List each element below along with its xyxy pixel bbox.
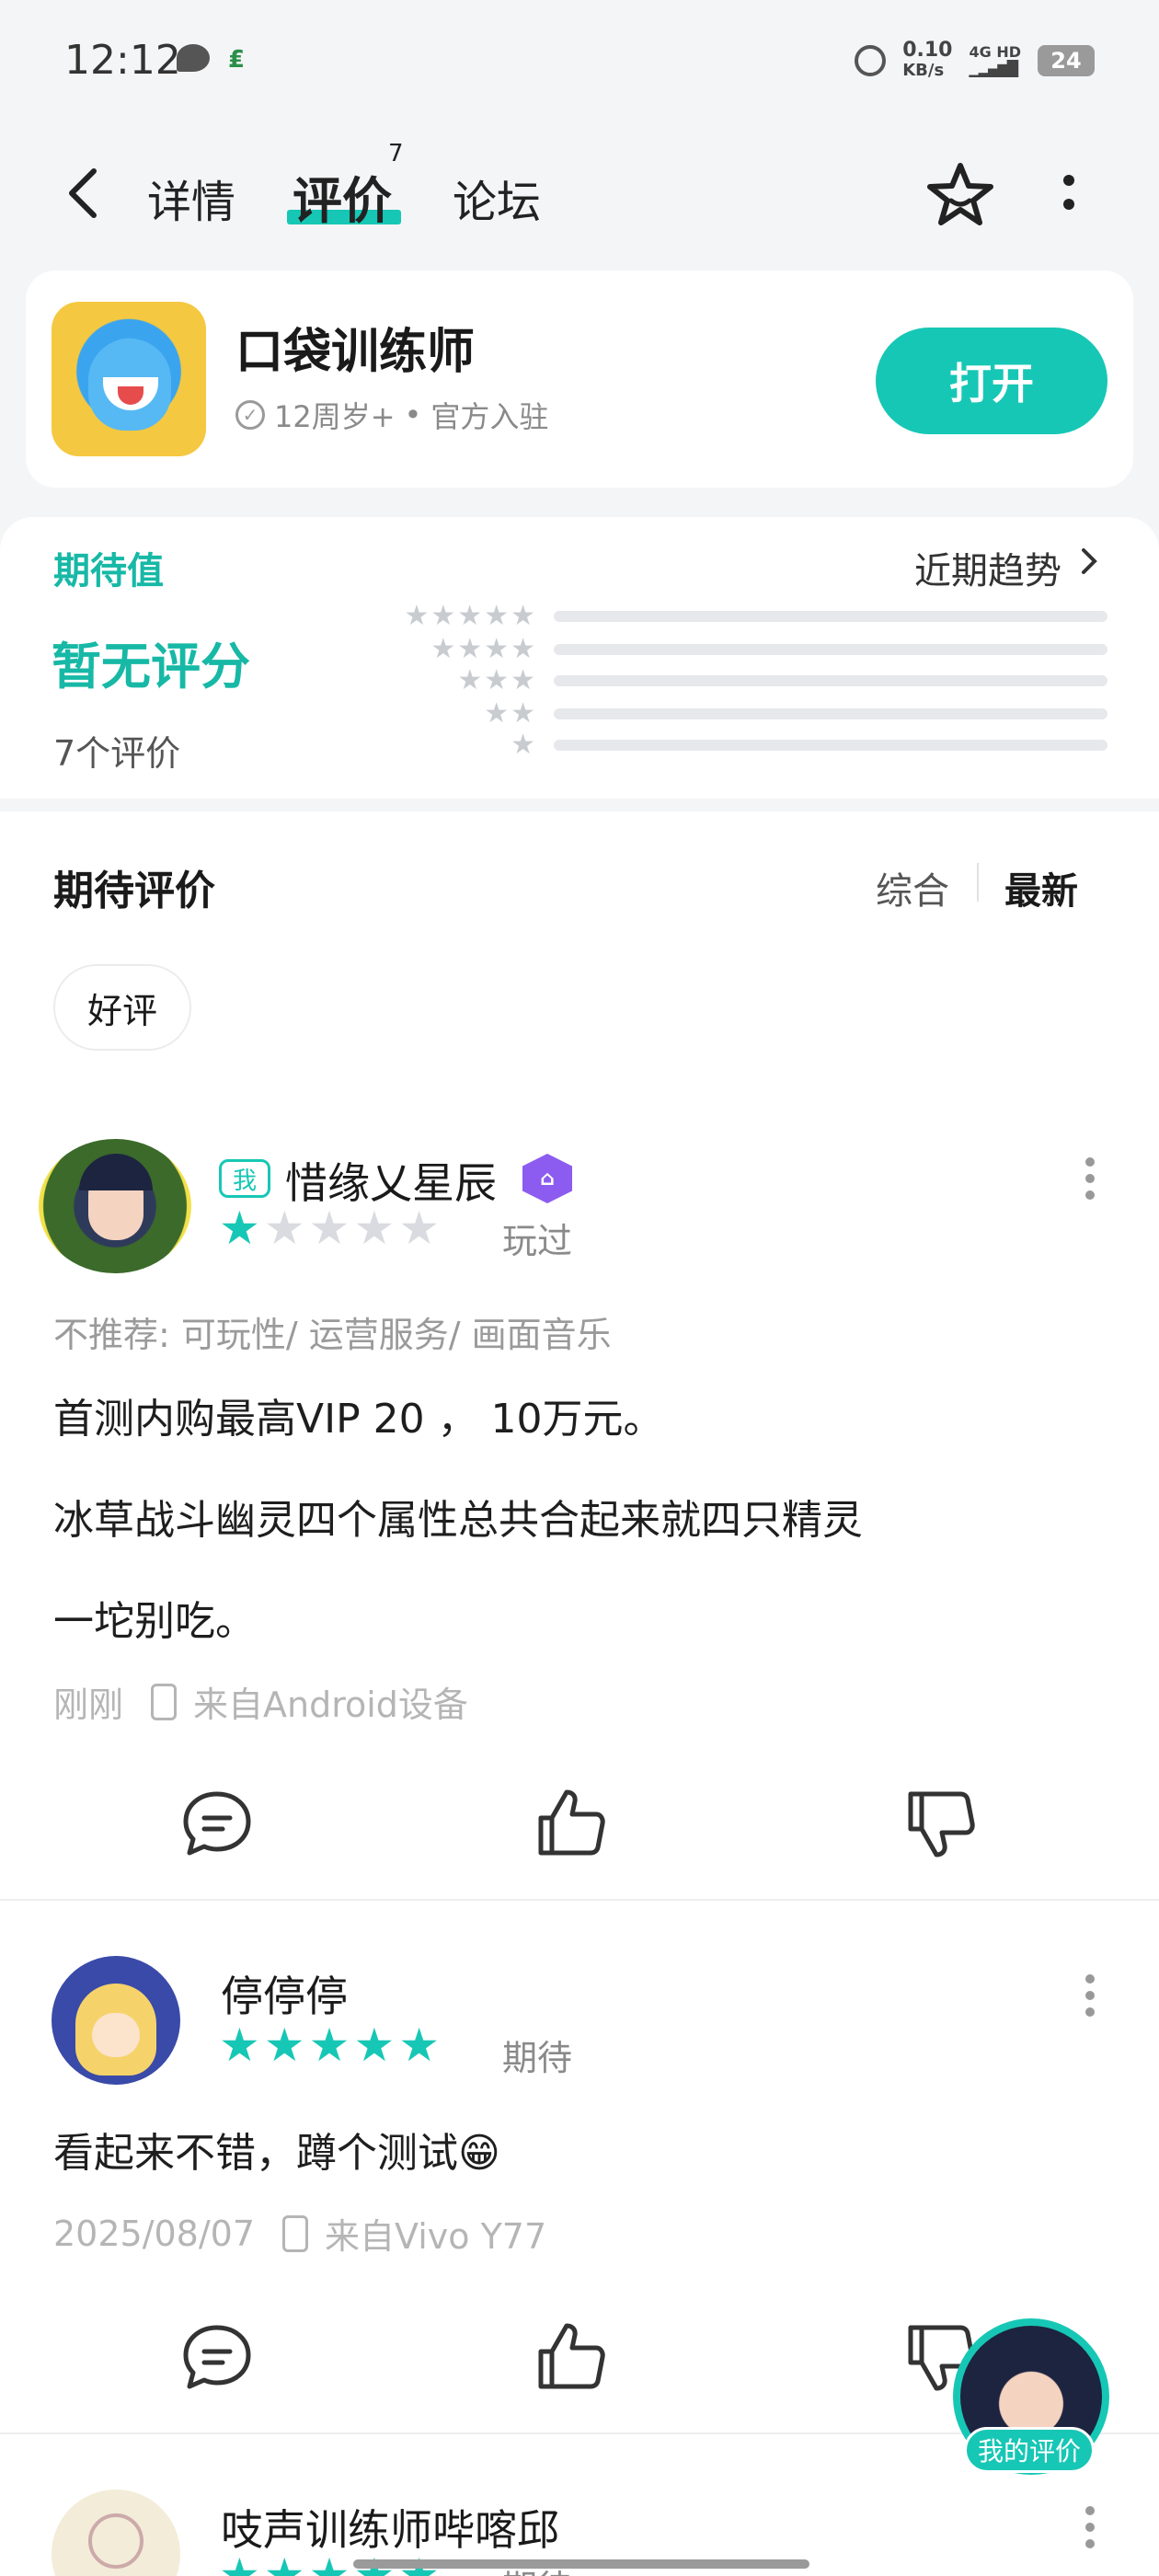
review-more-button[interactable] — [1085, 1157, 1095, 1200]
more-menu-button[interactable] — [1058, 171, 1080, 217]
review-status: 期待 — [502, 2038, 573, 2078]
rating-bar-2 — [554, 708, 1107, 719]
star-row-4: ★★★★ — [430, 633, 537, 665]
comment-button[interactable] — [180, 1788, 254, 1858]
comment-icon — [183, 2325, 251, 2389]
phone-icon — [282, 2214, 309, 2252]
home-indicator[interactable] — [353, 2559, 809, 2569]
review-tags: 不推荐: 可玩性/ 运营服务/ 画面音乐 — [53, 1315, 612, 1355]
signal-icon: 4G HD ▁▂▄▆█ — [969, 43, 1021, 77]
comment-icon — [183, 1791, 251, 1856]
rating-bar-1 — [554, 740, 1107, 751]
review-device: 来自Android设备 — [193, 1685, 468, 1725]
review-time: 2025/08/07 — [53, 2213, 256, 2254]
star-row-1: ★ — [511, 729, 537, 761]
review-count-badge: 7 — [388, 140, 404, 167]
net-unit: KB/s — [902, 61, 945, 80]
star-row-5: ★★★★★ — [404, 600, 537, 632]
trend-link[interactable]: 近期趋势 — [914, 541, 1061, 594]
rating-bar-3 — [554, 675, 1107, 686]
review-line: 冰草战斗幽灵四个属性总共合起来就四只精灵 — [53, 1497, 863, 1544]
review-more-button[interactable] — [1085, 2506, 1095, 2548]
rating-count: 7个评价 — [53, 733, 181, 774]
avatar[interactable] — [52, 1956, 180, 2085]
thumbs-up-icon — [538, 2323, 605, 2389]
review-more-button[interactable] — [1085, 1974, 1095, 2017]
score-text: 暂无评分 — [52, 638, 250, 696]
thumbs-down-icon — [908, 1791, 975, 1857]
official-label: 官方入驻 — [430, 399, 549, 434]
thumbs-up-icon — [538, 1789, 605, 1856]
status-time: 12:12 — [64, 37, 181, 84]
me-badge: 我 — [219, 1159, 270, 1198]
check-circle-icon: ✓ — [235, 400, 265, 430]
status-right: 0.10 KB/s 4G HD ▁▂▄▆█ 24 — [855, 40, 1095, 81]
review-status: 玩过 — [502, 1221, 573, 1261]
review-line: 一坨别吃。 — [53, 1598, 256, 1645]
meta-separator: • — [404, 397, 422, 432]
review-line: 看起来不错，蹲个测试😁 — [53, 2130, 500, 2177]
age-rating: 12周岁+ — [274, 399, 396, 434]
app-name: 口袋训练师 — [235, 325, 476, 380]
tab-forum[interactable]: 论坛 — [453, 166, 541, 230]
review-username[interactable]: 停停停 — [221, 1963, 348, 2024]
review-time: 刚刚 — [53, 1685, 124, 1725]
battery-icon: 24 — [1038, 45, 1095, 76]
comment-button[interactable] — [180, 2322, 254, 2392]
net-speed: 0.10 — [902, 39, 953, 62]
sort-divider — [977, 863, 979, 902]
avatar[interactable] — [39, 1139, 191, 1273]
review-stars: ★★★★★ — [219, 2018, 444, 2072]
back-button[interactable] — [61, 164, 107, 223]
rating-bar-5 — [554, 611, 1107, 622]
app-notification-icon: ₤ — [228, 46, 246, 74]
sort-comprehensive[interactable]: 综合 — [876, 861, 949, 914]
tab-details[interactable]: 详情 — [147, 166, 235, 230]
rating-label: 期待值 — [53, 550, 164, 592]
favorite-button[interactable] — [925, 160, 995, 230]
chevron-left-icon — [69, 168, 97, 218]
star-row-2: ★★ — [484, 697, 537, 730]
filter-chip-positive[interactable]: 好评 — [53, 964, 191, 1051]
review-meta: 2025/08/07 来自Vivo Y77 — [53, 2208, 546, 2259]
star-icon — [927, 163, 993, 225]
open-button[interactable]: 打开 — [876, 328, 1107, 434]
phone-icon — [151, 1683, 178, 1720]
review-line: 首测内购最高VIP 20 ， 10万元。 — [53, 1396, 664, 1443]
dislike-button[interactable] — [903, 1788, 977, 1862]
tab-reviews[interactable]: 评价 — [293, 160, 392, 233]
reviews-title: 期待评价 — [53, 868, 215, 914]
app-icon — [52, 302, 206, 456]
review-divider — [0, 1899, 1159, 1901]
sort-latest[interactable]: 最新 — [1004, 861, 1078, 914]
like-button[interactable] — [534, 2318, 607, 2392]
like-button[interactable] — [534, 1785, 607, 1858]
message-icon — [177, 44, 210, 72]
my-review-label[interactable]: 我的评价 — [964, 2427, 1095, 2473]
chevron-right-icon — [1078, 541, 1100, 585]
review-stars: ★★★★★ — [219, 1202, 444, 1255]
rating-bar-4 — [554, 644, 1107, 655]
review-meta: 刚刚 来自Android设备 — [53, 1676, 468, 1727]
app-meta: ✓ 12周岁+ • 官方入驻 — [235, 394, 548, 436]
alarm-icon — [855, 45, 887, 76]
star-row-3: ★★★ — [457, 664, 537, 696]
review-device: 来自Vivo Y77 — [325, 2216, 547, 2257]
